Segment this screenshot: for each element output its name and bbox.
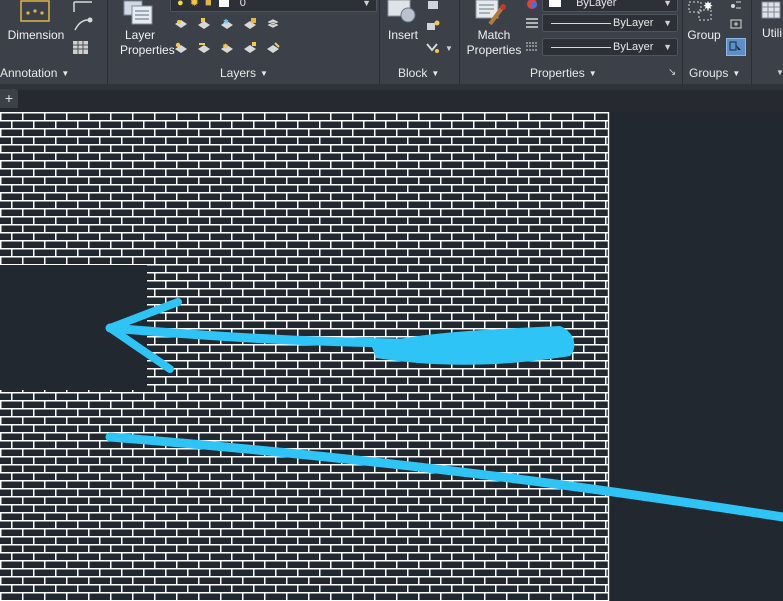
chevron-down-icon: ▼ bbox=[663, 42, 672, 52]
leader-icon[interactable] bbox=[72, 0, 94, 14]
dialog-launcher-icon[interactable]: ↘ bbox=[668, 67, 676, 78]
utilities-icon[interactable] bbox=[760, 0, 782, 22]
layer-walk-icon[interactable] bbox=[266, 42, 280, 54]
annotation-panel: Dimension Annotation ▼ bbox=[0, 0, 107, 84]
properties-panel-title[interactable]: Properties ▼ bbox=[530, 66, 597, 80]
lock-icon: ■ bbox=[205, 0, 212, 9]
lineweight-icon bbox=[526, 42, 538, 51]
panel-expand-icon[interactable]: ▼ bbox=[776, 68, 783, 77]
drawing-canvas[interactable] bbox=[0, 112, 783, 601]
edit-block-icon[interactable] bbox=[426, 20, 440, 32]
panel-expand-icon: ▼ bbox=[431, 69, 440, 78]
chevron-down-icon: ▼ bbox=[663, 18, 672, 28]
multileader-icon[interactable] bbox=[72, 16, 94, 32]
panel-expand-icon: ▼ bbox=[588, 69, 597, 78]
match-properties-label[interactable]: Match Properties bbox=[462, 28, 526, 58]
group-icon[interactable]: ✸ bbox=[687, 0, 717, 26]
group-label[interactable]: Group bbox=[685, 28, 723, 43]
panel-expand-icon: ▼ bbox=[61, 69, 70, 78]
layer-thaw-icon[interactable]: ✸ bbox=[220, 42, 234, 54]
selection-cursor-icon bbox=[729, 41, 741, 51]
groups-panel: ✸ Group Groups ▼ bbox=[683, 0, 751, 84]
layer-off-icon[interactable] bbox=[174, 18, 188, 30]
linetype-sample bbox=[551, 23, 611, 24]
layer-isolate-icon[interactable] bbox=[197, 18, 211, 30]
layers-panel: Layer Properties ● ✹ ■ 0 ▼ ✱ ✸ Layers ▼ bbox=[108, 0, 379, 84]
layer-make-current-icon[interactable] bbox=[174, 42, 188, 54]
group-edit-icon[interactable] bbox=[729, 18, 743, 30]
sun-icon: ✹ bbox=[189, 0, 199, 9]
layer-lock-icon[interactable] bbox=[243, 18, 257, 30]
dimension-label[interactable]: Dimension bbox=[5, 28, 67, 43]
color-dropdown[interactable]: ByLayer ▼ bbox=[542, 0, 678, 12]
color-swatch bbox=[218, 0, 229, 7]
linetype-icon bbox=[526, 18, 538, 28]
lightbulb-icon: ● bbox=[177, 0, 184, 9]
create-block-icon[interactable] bbox=[426, 0, 440, 12]
color-wheel-icon bbox=[527, 0, 537, 9]
annotation-panel-title[interactable]: Annotation ▼ bbox=[0, 66, 69, 80]
linetype-dropdown[interactable]: ByLayer ▼ bbox=[542, 14, 678, 32]
drawing-svg bbox=[0, 112, 783, 601]
layer-freeze-icon[interactable]: ✱ bbox=[220, 18, 234, 30]
table-icon[interactable] bbox=[72, 40, 90, 56]
chevron-down-icon: ▼ bbox=[663, 0, 672, 8]
insert-label[interactable]: Insert bbox=[382, 28, 424, 43]
current-layer-name: 0 bbox=[239, 0, 246, 9]
layer-properties-label[interactable]: Layer Properties bbox=[120, 28, 175, 58]
new-tab-button[interactable]: + bbox=[0, 89, 18, 108]
svg-text:✸: ✸ bbox=[222, 42, 229, 51]
layer-stack-icon[interactable] bbox=[266, 18, 280, 30]
properties-panel: Match Properties ByLayer ▼ ByLayer ▼ ByL… bbox=[460, 0, 682, 84]
ungroup-icon[interactable] bbox=[729, 0, 743, 12]
layer-dropdown[interactable]: ● ✹ ■ 0 ▼ bbox=[170, 0, 377, 12]
edit-attributes-icon[interactable] bbox=[426, 42, 440, 54]
lineweight-sample bbox=[551, 47, 611, 48]
color-swatch bbox=[549, 0, 561, 7]
svg-text:✱: ✱ bbox=[223, 18, 229, 26]
chevron-down-icon: ▼ bbox=[362, 0, 371, 8]
layer-match-icon[interactable] bbox=[197, 42, 211, 54]
block-panel: Insert ▼ Block ▼ bbox=[380, 0, 459, 84]
group-selection-toggle[interactable] bbox=[726, 38, 746, 56]
lineweight-dropdown[interactable]: ByLayer ▼ bbox=[542, 38, 678, 56]
file-tab-strip bbox=[0, 84, 783, 112]
dimension-icon[interactable] bbox=[20, 0, 50, 22]
tab-strip-border bbox=[0, 84, 783, 90]
layers-panel-title[interactable]: Layers ▼ bbox=[220, 66, 268, 80]
utilities-panel: Utili ▼ bbox=[752, 0, 783, 84]
svg-text:✸: ✸ bbox=[703, 0, 713, 13]
layer-properties-icon[interactable] bbox=[122, 0, 154, 26]
utilities-label[interactable]: Utili bbox=[762, 26, 782, 41]
block-panel-title[interactable]: Block ▼ bbox=[398, 66, 439, 80]
panel-expand-icon: ▼ bbox=[732, 69, 741, 78]
ribbon: Dimension Annotation ▼ Layer Properties ●… bbox=[0, 0, 783, 84]
groups-panel-title[interactable]: Groups ▼ bbox=[689, 66, 740, 80]
panel-expand-icon: ▼ bbox=[260, 69, 268, 78]
insert-block-icon[interactable] bbox=[386, 0, 418, 24]
match-properties-icon[interactable] bbox=[474, 0, 508, 26]
chevron-down-icon[interactable]: ▼ bbox=[445, 44, 453, 53]
layer-unlock-icon[interactable] bbox=[243, 42, 257, 54]
